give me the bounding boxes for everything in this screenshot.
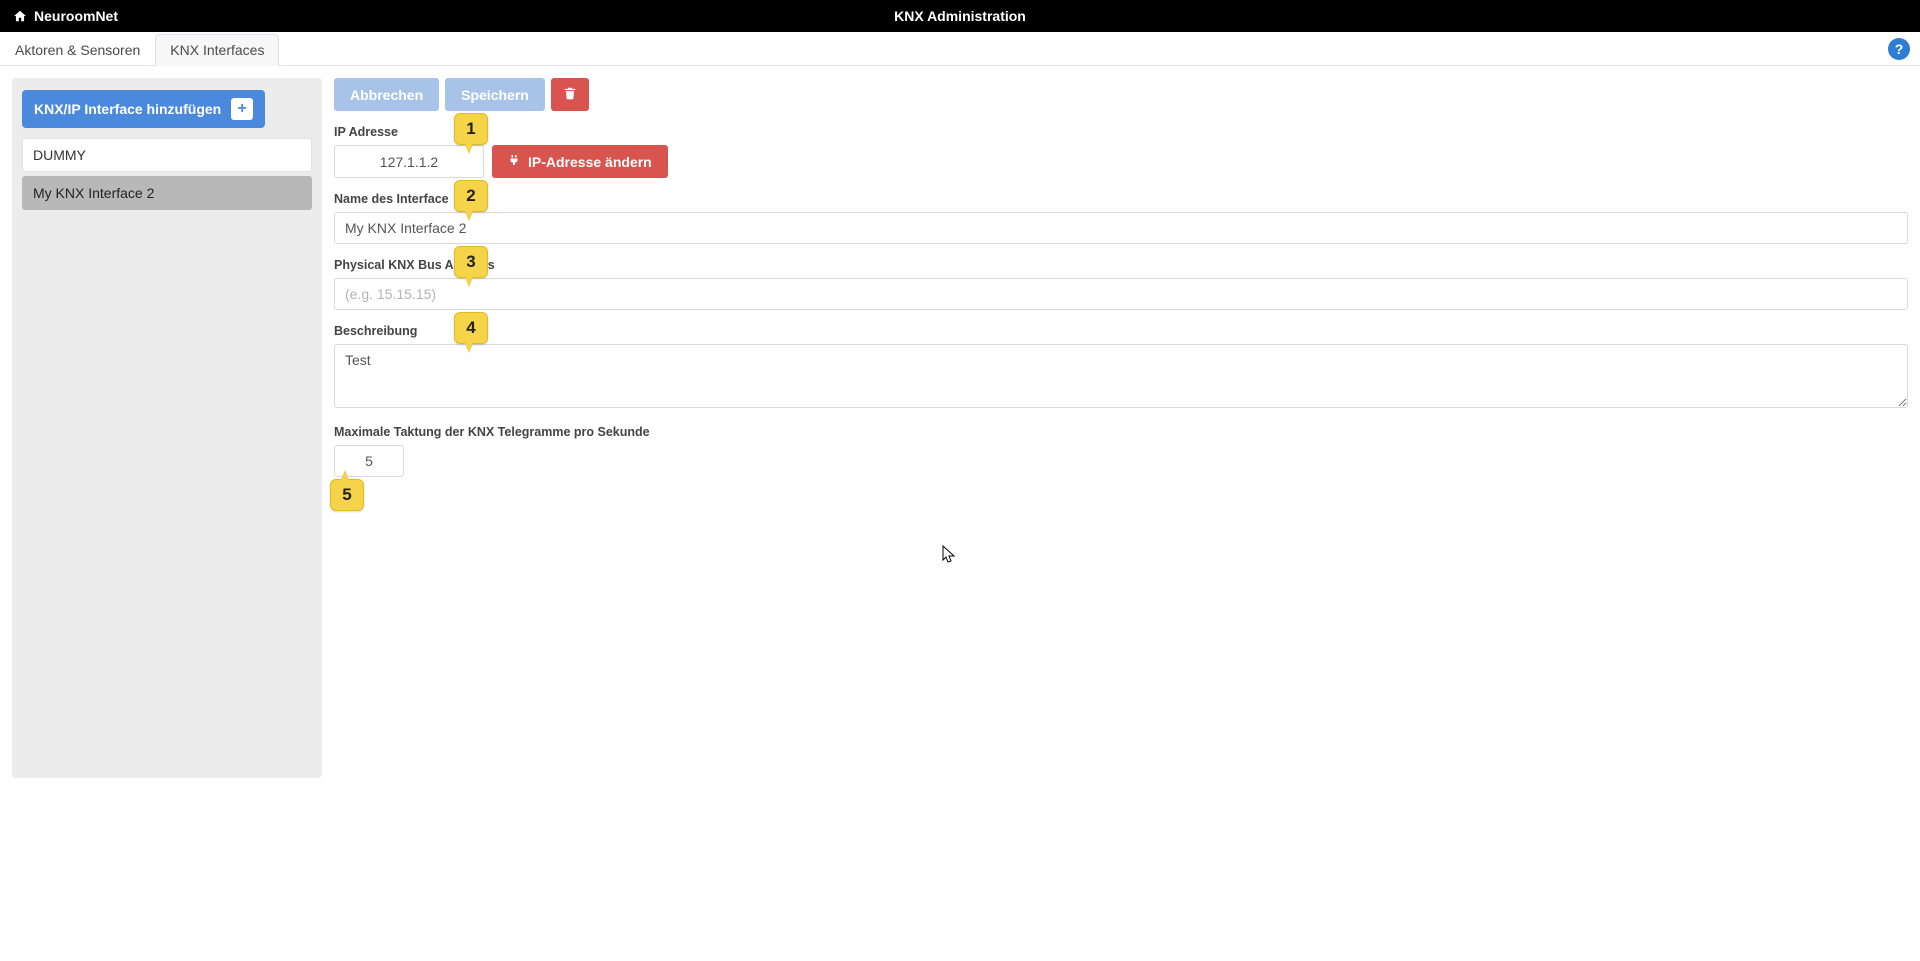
label-physical: Physical KNX Bus Address: [334, 258, 1908, 272]
page-title: KNX Administration: [894, 8, 1026, 24]
label-ip: IP Adresse: [334, 125, 1908, 139]
callout-1: 1: [454, 113, 488, 145]
plus-icon: +: [231, 98, 253, 120]
interface-list: DUMMY My KNX Interface 2: [12, 138, 322, 220]
app-name: NeuroomNet: [34, 8, 118, 24]
callout-4: 4: [454, 312, 488, 344]
topbar: NeuroomNet KNX Administration: [0, 0, 1920, 32]
label-description: Beschreibung: [334, 324, 1908, 338]
action-button-row: Abbrechen Speichern: [334, 78, 1908, 111]
tab-aktoren-sensoren[interactable]: Aktoren & Sensoren: [0, 34, 155, 66]
physical-input[interactable]: [334, 278, 1908, 310]
field-name: Name des Interface 2: [334, 192, 1908, 244]
help-button[interactable]: ?: [1888, 38, 1910, 60]
callout-5: 5: [330, 479, 364, 511]
list-item[interactable]: DUMMY: [22, 138, 312, 172]
change-ip-label: IP-Adresse ändern: [528, 154, 652, 170]
field-ip: IP Adresse IP-Adresse ändern 1: [334, 125, 1908, 178]
plug-icon: [508, 153, 520, 170]
tab-knx-interfaces[interactable]: KNX Interfaces: [155, 34, 279, 66]
field-physical: Physical KNX Bus Address 3: [334, 258, 1908, 310]
add-interface-button[interactable]: KNX/IP Interface hinzufügen +: [22, 90, 265, 128]
name-input[interactable]: [334, 212, 1908, 244]
cancel-button[interactable]: Abbrechen: [334, 78, 439, 111]
field-description: Beschreibung 4: [334, 324, 1908, 411]
ip-input[interactable]: [334, 145, 484, 178]
main: KNX/IP Interface hinzufügen + DUMMY My K…: [0, 66, 1920, 790]
content: Abbrechen Speichern IP Adresse IP-Adress…: [334, 78, 1908, 491]
delete-button[interactable]: [551, 78, 589, 111]
list-item[interactable]: My KNX Interface 2: [22, 176, 312, 210]
label-rate: Maximale Taktung der KNX Telegramme pro …: [334, 425, 1908, 439]
topbar-right-blackbox: [1778, 8, 1908, 24]
callout-2: 2: [454, 180, 488, 212]
field-rate: Maximale Taktung der KNX Telegramme pro …: [334, 425, 1908, 477]
tabs-row: Aktoren & Sensoren KNX Interfaces ?: [0, 32, 1920, 66]
save-button[interactable]: Speichern: [445, 78, 545, 111]
trash-icon: [563, 86, 577, 103]
callout-3: 3: [454, 246, 488, 278]
description-textarea[interactable]: [334, 344, 1908, 408]
change-ip-button[interactable]: IP-Adresse ändern: [492, 145, 668, 178]
topbar-left: NeuroomNet: [12, 8, 118, 24]
sidebar: KNX/IP Interface hinzufügen + DUMMY My K…: [12, 78, 322, 778]
add-interface-label: KNX/IP Interface hinzufügen: [34, 101, 221, 117]
home-icon[interactable]: [12, 9, 28, 23]
label-name: Name des Interface: [334, 192, 1908, 206]
